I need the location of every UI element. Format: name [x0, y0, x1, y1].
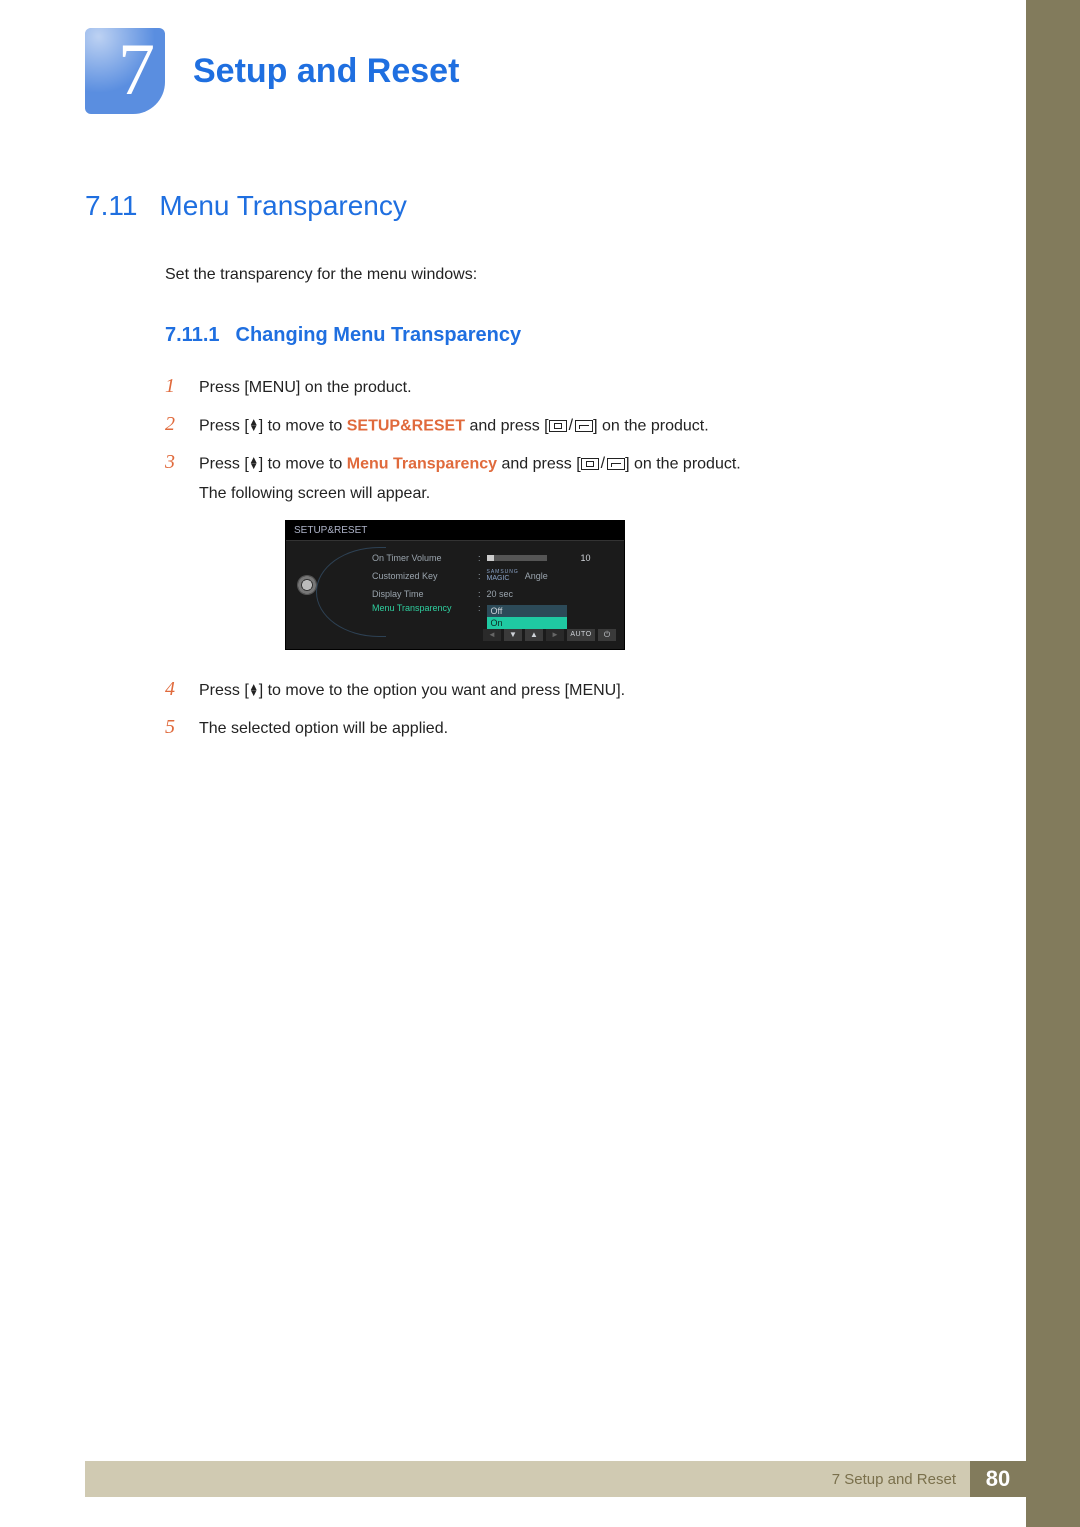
nav-auto-button: AUTO — [567, 629, 595, 641]
menu-key: MENU — [569, 682, 616, 699]
osd-label: On Timer Volume — [372, 553, 472, 563]
samsung-magic-logo: SAMSUNGMAGIC — [487, 570, 519, 582]
step-2: 2 Press [▲▼] to move to SETUP&RESET and … — [165, 405, 990, 443]
step-target: Menu Transparency — [347, 455, 497, 472]
step-number: 1 — [165, 367, 183, 405]
osd-option-on: On — [487, 617, 567, 629]
page-number: 80 — [970, 1461, 1026, 1497]
step-text: ] on the product. — [296, 379, 412, 396]
up-down-icon: ▲▼ — [249, 420, 259, 432]
step-text: and press [ — [497, 455, 581, 472]
subsection-title: Changing Menu Transparency — [236, 324, 522, 346]
step-1: 1 Press [MENU] on the product. — [165, 367, 990, 405]
osd-value: 10 — [581, 553, 591, 563]
osd-option-box: Off On — [487, 605, 567, 629]
up-down-icon: ▲▼ — [249, 685, 259, 697]
step-text: Press [ — [199, 379, 249, 396]
osd-panel: SETUP&RESET On Timer Volume : 10 Customi… — [285, 520, 625, 650]
step-3: 3 Press [▲▼] to move to Menu Transparenc… — [165, 443, 990, 510]
step-4: 4 Press [▲▼] to move to the option you w… — [165, 670, 990, 708]
step-number: 3 — [165, 443, 183, 481]
step-5: 5 The selected option will be applied. — [165, 708, 990, 746]
step-text: ] on the product. — [593, 417, 709, 434]
step-text: ]. — [616, 682, 625, 699]
osd-row-custom-key: Customized Key : SAMSUNGMAGIC Angle — [372, 567, 614, 585]
step-text: The selected option will be applied. — [199, 714, 990, 744]
section-body: 7.11 Menu Transparency Set the transpare… — [85, 190, 990, 746]
osd-value: 20 sec — [487, 589, 514, 599]
chapter-header: 7 Setup and Reset — [85, 28, 459, 114]
subsection-heading: 7.11.1 Changing Menu Transparency — [165, 324, 990, 347]
step-number: 4 — [165, 670, 183, 708]
source-enter-icon: / — [549, 411, 593, 441]
menu-key: MENU — [249, 379, 296, 396]
osd-arc-decoration — [316, 547, 386, 637]
step-text: and press [ — [465, 417, 549, 434]
subsection-number: 7.11.1 — [165, 324, 220, 346]
chapter-badge: 7 — [85, 28, 165, 114]
osd-option-off: Off — [487, 605, 567, 617]
section-title: Menu Transparency — [159, 190, 406, 222]
osd-label-active: Menu Transparency — [372, 603, 472, 613]
chapter-number: 7 — [118, 28, 155, 113]
osd-value: Angle — [525, 571, 548, 581]
osd-title: SETUP&RESET — [286, 521, 624, 541]
step-number: 5 — [165, 708, 183, 746]
step-text: ] to move to the option you want and pre… — [259, 682, 569, 699]
osd-nav-bar: ◄ ▼ ▲ ► AUTO ⏻ — [286, 625, 624, 641]
step-target: SETUP&RESET — [347, 417, 465, 434]
nav-up-icon: ▲ — [525, 629, 543, 641]
step-text: Press [ — [199, 417, 249, 434]
step-tail: The following screen will appear. — [199, 479, 990, 509]
gear-icon — [298, 576, 316, 594]
nav-down-icon: ▼ — [504, 629, 522, 641]
steps-list: 1 Press [MENU] on the product. 2 Press [… — [165, 367, 990, 510]
step-text: ] on the product. — [625, 455, 741, 472]
chapter-title: Setup and Reset — [193, 52, 459, 91]
nav-left-icon: ◄ — [483, 629, 501, 641]
section-intro: Set the transparency for the menu window… — [165, 266, 990, 284]
up-down-icon: ▲▼ — [249, 458, 259, 470]
steps-list-continued: 4 Press [▲▼] to move to the option you w… — [165, 670, 990, 746]
osd-label: Customized Key — [372, 571, 472, 581]
section-heading: 7.11 Menu Transparency — [85, 190, 990, 222]
step-text: ] to move to — [259, 417, 347, 434]
volume-bar — [487, 555, 547, 561]
footer-label: 7 Setup and Reset — [832, 1471, 956, 1488]
osd-label: Display Time — [372, 589, 472, 599]
step-text: ] to move to — [259, 455, 347, 472]
step-text: Press [ — [199, 455, 249, 472]
nav-power-icon: ⏻ — [598, 629, 616, 641]
page-footer: 7 Setup and Reset 80 — [85, 1461, 1026, 1497]
step-text: Press [ — [199, 682, 249, 699]
osd-row-menu-transparency: Menu Transparency : Off On — [372, 603, 614, 621]
step-number: 2 — [165, 405, 183, 443]
osd-screenshot: SETUP&RESET On Timer Volume : 10 Customi… — [285, 520, 990, 650]
osd-row-display-time: Display Time : 20 sec — [372, 585, 614, 603]
source-enter-icon: / — [581, 449, 625, 479]
right-margin-bar — [1026, 0, 1080, 1527]
osd-row-volume: On Timer Volume : 10 — [372, 549, 614, 567]
nav-right-icon: ► — [546, 629, 564, 641]
section-number: 7.11 — [85, 190, 137, 222]
